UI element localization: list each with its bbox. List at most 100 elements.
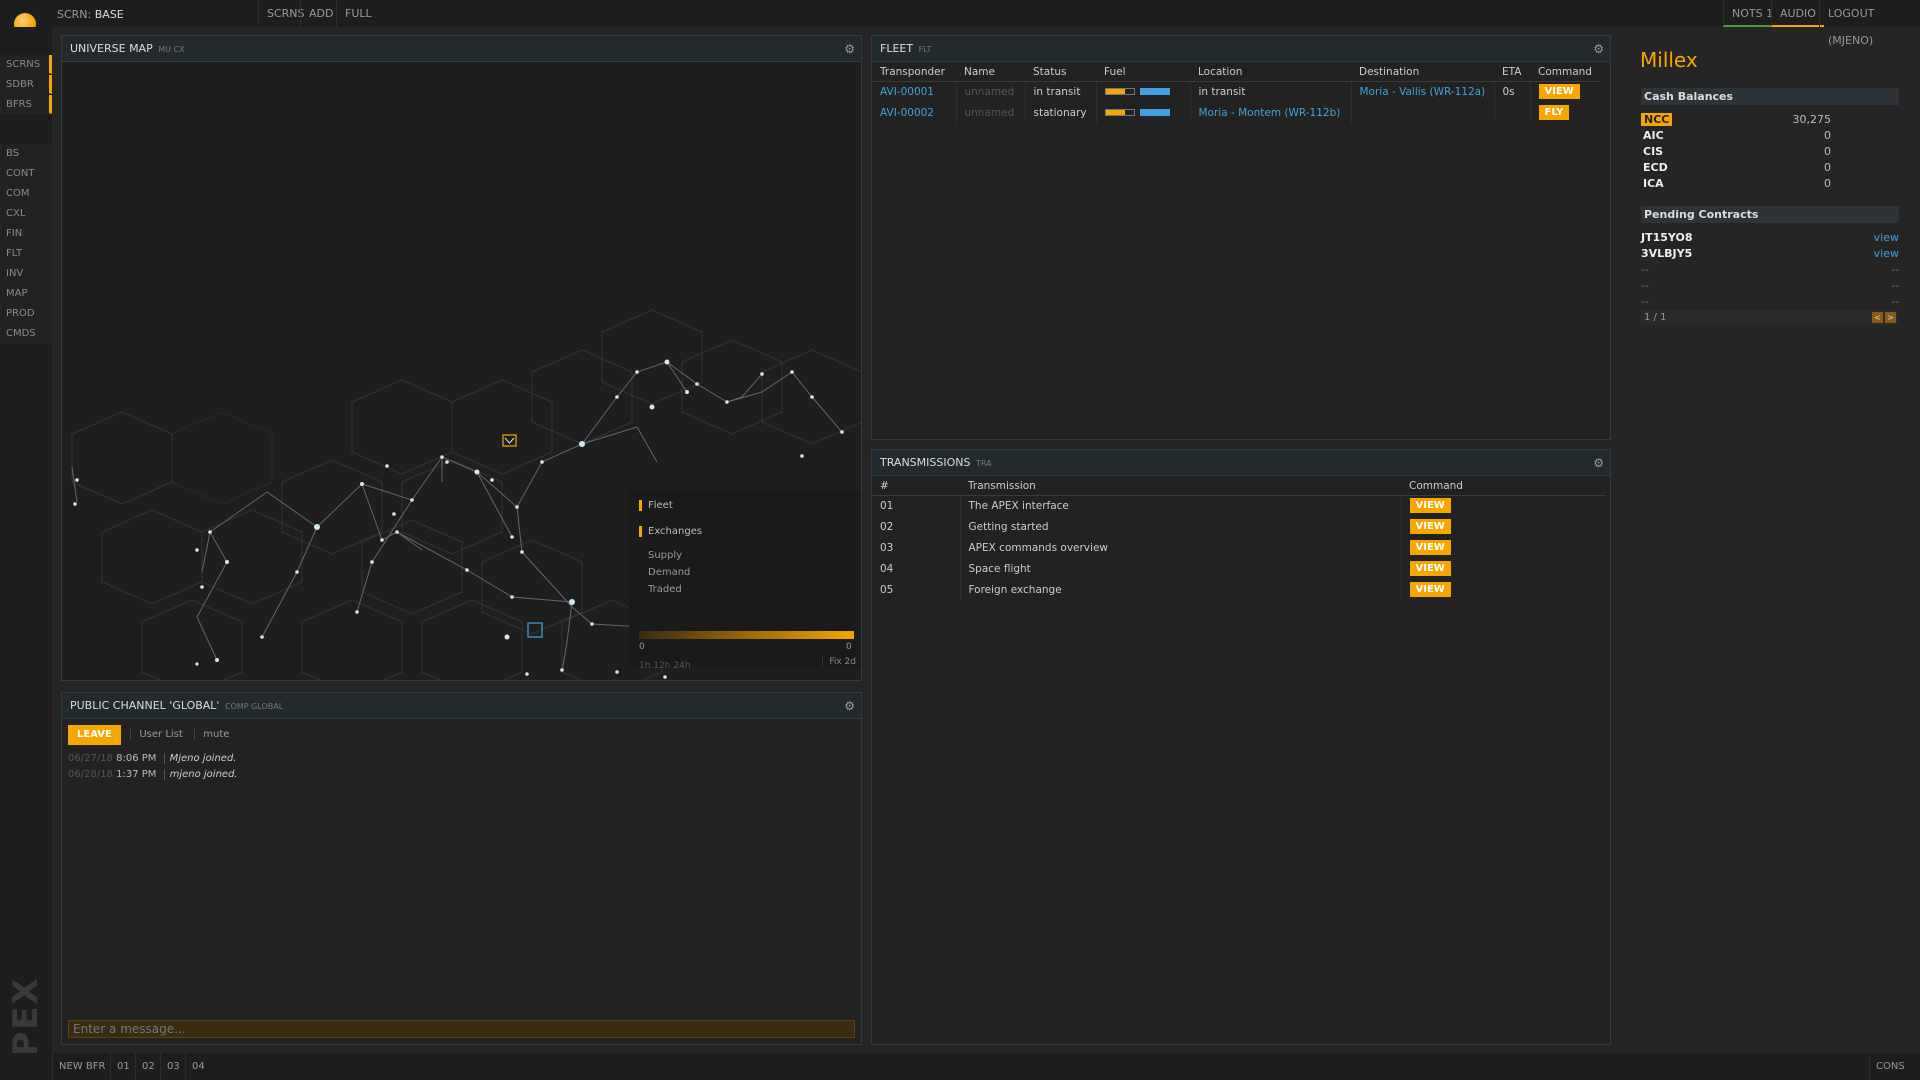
balance-row: ICA 0: [1641, 177, 1831, 193]
table-header-row: Transponder Name Status Fuel Location De…: [872, 64, 1600, 82]
view-button[interactable]: VIEW: [1409, 540, 1451, 555]
transmission-number: 03: [880, 541, 894, 554]
col-destination[interactable]: Destination: [1351, 64, 1494, 82]
prev-page-button[interactable]: <: [1872, 312, 1883, 323]
table-row: 05 Foreign exchange VIEW: [872, 579, 1606, 600]
contract-placeholder: --: [1891, 295, 1899, 308]
fuel-bar-stl: [1104, 109, 1135, 116]
sidebar-prod[interactable]: PROD: [0, 304, 52, 323]
sidebar-map[interactable]: MAP: [0, 284, 52, 303]
contract-row: 3VLBJY5 view: [1641, 247, 1899, 263]
mute-button[interactable]: mute: [194, 729, 237, 740]
view-button[interactable]: VIEW: [1409, 561, 1451, 576]
col-command[interactable]: Command: [1401, 478, 1606, 496]
contract-view-link[interactable]: view: [1874, 231, 1899, 244]
col-number[interactable]: #: [872, 478, 960, 496]
currency-code[interactable]: ECD: [1643, 161, 1668, 174]
buffer-tab-04[interactable]: 04: [185, 1053, 211, 1080]
legend-time-options[interactable]: 1h 12h 24h: [639, 661, 690, 671]
message-input[interactable]: Enter a message...: [68, 1020, 855, 1038]
audio-button[interactable]: AUDIO: [1771, 0, 1824, 27]
logout-button[interactable]: LOGOUT (MJENO): [1819, 0, 1920, 47]
user-list-button[interactable]: User List: [130, 729, 190, 740]
location-link[interactable]: Moria - Montem (WR-112b): [1189, 102, 1351, 123]
gear-icon[interactable]: ⚙: [1593, 450, 1604, 476]
command-cell: VIEW: [1400, 537, 1606, 558]
legend-min-label: 0: [639, 642, 645, 652]
table-row: AVI-00001 unnamed in transit in transit …: [872, 81, 1600, 102]
contract-view-link[interactable]: view: [1874, 247, 1899, 260]
sidebar-flt[interactable]: FLT: [0, 244, 52, 263]
col-fuel[interactable]: Fuel: [1096, 64, 1190, 82]
universe-map-canvas[interactable]: Fleet Exchanges Supply Demand Traded 0 0…: [62, 62, 861, 680]
sidebar-inv[interactable]: INV: [0, 264, 52, 283]
pending-contracts-header: Pending Contracts: [1641, 206, 1899, 223]
company-name: Millex: [1640, 48, 1698, 72]
new-buffer-button[interactable]: NEW BFR: [52, 1053, 111, 1080]
legend-exchanges-toggle[interactable]: Exchanges: [639, 526, 702, 537]
contract-id: JT15YO8: [1641, 231, 1693, 244]
col-transmission[interactable]: Transmission: [960, 478, 1401, 496]
col-command[interactable]: Command: [1530, 64, 1600, 82]
col-location[interactable]: Location: [1190, 64, 1351, 82]
transponder-link[interactable]: AVI-00002: [872, 102, 956, 123]
legend-demand-option[interactable]: Demand: [639, 567, 690, 578]
currency-code[interactable]: ICA: [1643, 177, 1664, 190]
leave-button[interactable]: LEAVE: [68, 725, 121, 745]
sidebar-com[interactable]: COM: [0, 184, 52, 203]
gear-icon[interactable]: ⚙: [844, 36, 855, 62]
gear-icon[interactable]: ⚙: [1593, 36, 1604, 62]
col-status[interactable]: Status: [1025, 64, 1096, 82]
legend-supply-option[interactable]: Supply: [639, 550, 682, 561]
transponder-link[interactable]: AVI-00001: [872, 81, 956, 102]
screen-name[interactable]: BASE: [95, 8, 124, 21]
destination-link[interactable]: Moria - Vallis (WR-112a): [1350, 81, 1494, 102]
view-button[interactable]: VIEW: [1409, 582, 1451, 597]
sidebar-bs[interactable]: BS: [0, 144, 52, 163]
sidebar-cont[interactable]: CONT: [0, 164, 52, 183]
chat-toolbar: LEAVE User List mute: [68, 725, 237, 745]
col-transponder[interactable]: Transponder: [872, 64, 956, 82]
buffer-tab-01[interactable]: 01: [110, 1053, 136, 1080]
fleet-table: Transponder Name Status Fuel Location De…: [872, 64, 1600, 123]
view-button[interactable]: VIEW: [1409, 498, 1451, 514]
buffer-tab-02[interactable]: 02: [135, 1053, 161, 1080]
sidebar-sdbr[interactable]: SDBR: [0, 75, 52, 94]
view-button[interactable]: VIEW: [1409, 519, 1451, 534]
currency-code[interactable]: CIS: [1643, 145, 1663, 158]
gear-icon[interactable]: ⚙: [844, 693, 855, 719]
currency-value: 30,275: [1792, 113, 1832, 126]
message-time: 1:37 PM: [116, 769, 157, 780]
fly-button[interactable]: FLY: [1538, 105, 1570, 120]
panel-header: PUBLIC CHANNEL 'GLOBAL' COMP GLOBAL ⚙: [62, 693, 861, 719]
ship-status: in transit: [1024, 81, 1096, 102]
legend-fleet-toggle[interactable]: Fleet: [639, 500, 673, 511]
currency-code[interactable]: AIC: [1643, 129, 1664, 142]
transmission-title: The APEX interface: [959, 495, 1401, 516]
map-legend: Fleet Exchanges Supply Demand Traded 0 0…: [629, 492, 861, 671]
sidebar-fin[interactable]: FIN: [0, 224, 52, 243]
console-button[interactable]: CONS 1: [1869, 1053, 1920, 1080]
sidebar-scrns[interactable]: SCRNS: [0, 55, 52, 74]
col-name[interactable]: Name: [956, 64, 1025, 82]
cash-balances-header: Cash Balances: [1641, 88, 1899, 105]
buffer-tab-03[interactable]: 03: [160, 1053, 186, 1080]
next-page-button[interactable]: >: [1885, 312, 1896, 323]
currency-code[interactable]: NCC: [1641, 113, 1673, 126]
view-button[interactable]: VIEW: [1538, 84, 1580, 100]
ship-status: stationary: [1024, 102, 1096, 123]
ship-location: in transit: [1189, 81, 1351, 102]
legend-traded-option[interactable]: Traded: [639, 584, 682, 595]
legend-fix-button[interactable]: Fix 2d: [822, 657, 856, 667]
col-eta[interactable]: ETA: [1494, 64, 1530, 82]
message-date: 06/28/18: [68, 769, 113, 780]
panel-title: FLEET: [880, 42, 914, 55]
sidebar-cmds[interactable]: CMDS: [0, 324, 52, 343]
transmission-number: 02: [880, 520, 894, 533]
contract-id: 3VLBJY5: [1641, 247, 1693, 260]
sidebar-cxl[interactable]: CXL: [0, 204, 52, 223]
panel-subtitle: MU CX: [158, 45, 185, 54]
balance-row: ECD 0: [1641, 161, 1831, 177]
full-button[interactable]: FULL: [336, 0, 380, 27]
sidebar-bfrs[interactable]: BFRS: [0, 95, 52, 114]
